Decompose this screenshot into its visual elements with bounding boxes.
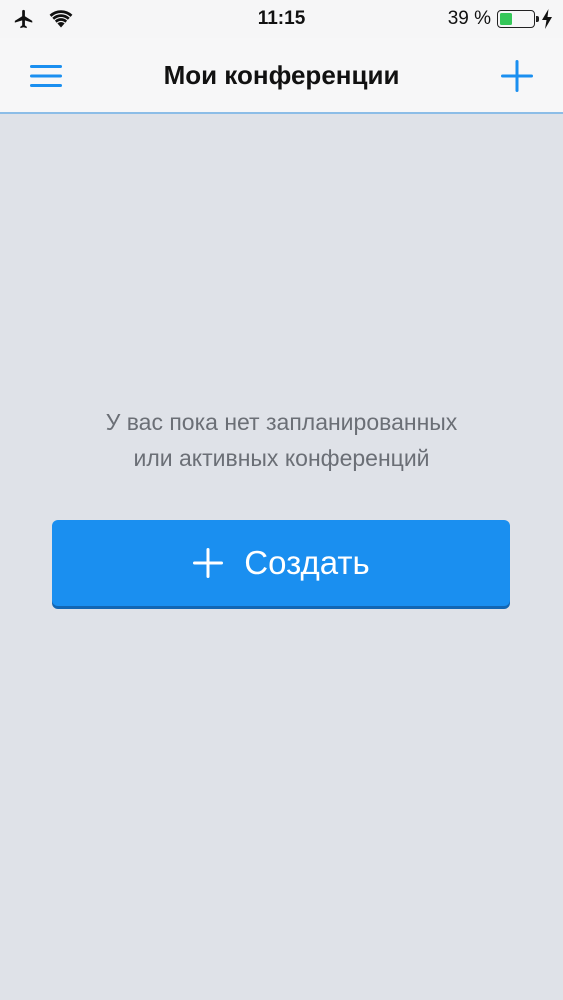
plus-icon	[193, 548, 224, 578]
battery-level-fill	[500, 13, 513, 25]
status-right: 39 %	[448, 8, 553, 30]
create-button-label: Создать	[244, 544, 370, 581]
create-conference-button[interactable]: Создать	[52, 520, 510, 606]
app-screen: 11:15 39 % Мои конференции У вас пока не…	[0, 0, 563, 1000]
empty-state-message: У вас пока нет запланированных или актив…	[0, 404, 563, 476]
battery-icon	[497, 10, 539, 28]
empty-state-line: или активных конференций	[133, 445, 430, 471]
status-bar: 11:15 39 %	[0, 0, 563, 38]
plus-icon	[501, 60, 533, 92]
battery-percent: 39 %	[447, 8, 491, 29]
nav-bar: Мои конференции	[0, 38, 563, 114]
add-conference-button[interactable]	[499, 58, 535, 94]
empty-state-line: У вас пока нет запланированных	[105, 409, 458, 435]
battery-cap	[536, 16, 539, 22]
charging-bolt-icon	[542, 9, 552, 29]
page-title: Мои конференции	[163, 60, 400, 90]
